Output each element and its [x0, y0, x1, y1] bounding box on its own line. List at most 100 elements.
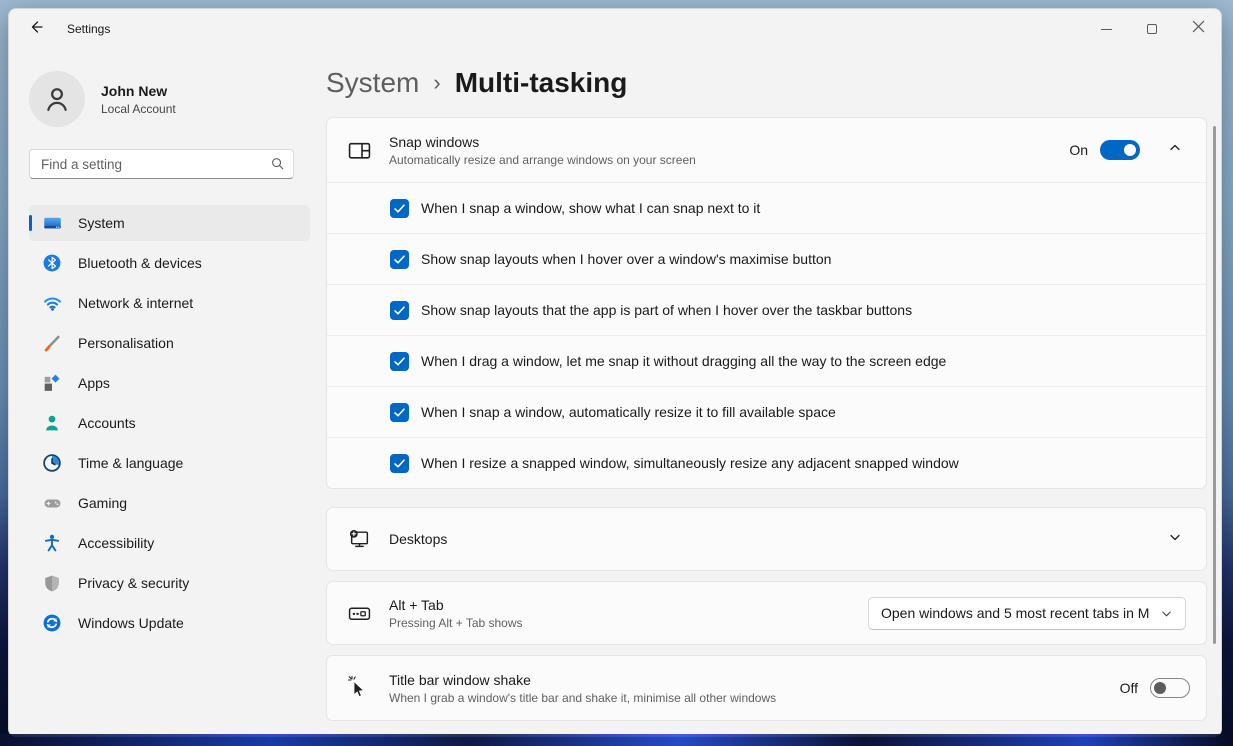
- snap-option-label: Show snap layouts when I hover over a wi…: [421, 251, 831, 267]
- checkbox-checked-icon[interactable]: [390, 352, 409, 371]
- sidebar-item-time-language[interactable]: Time & language: [29, 445, 310, 481]
- alt-tab-title: Alt + Tab: [389, 597, 868, 613]
- search-icon: [270, 156, 285, 176]
- back-button[interactable]: [15, 11, 57, 47]
- checkbox-checked-icon[interactable]: [390, 301, 409, 320]
- snap-option-label: When I snap a window, automatically resi…: [421, 404, 836, 420]
- snap-windows-state: On: [1069, 142, 1088, 158]
- system-icon: [42, 213, 62, 233]
- title-bar-shake-subtitle: When I grab a window's title bar and sha…: [389, 691, 1120, 705]
- desktops-icon: [347, 528, 371, 551]
- account-summary[interactable]: John New Local Account: [29, 71, 310, 127]
- sidebar-item-label: Apps: [78, 375, 110, 391]
- breadcrumb-system-link[interactable]: System: [326, 67, 419, 99]
- sidebar-item-privacy-security[interactable]: Privacy & security: [29, 565, 310, 601]
- chevron-down-icon: [1169, 530, 1181, 548]
- title-bar-shake-icon: [347, 674, 371, 702]
- snap-option-label: When I drag a window, let me snap it wit…: [421, 353, 946, 369]
- title-bar-shake-title: Title bar window shake: [389, 672, 1120, 688]
- checkbox-checked-icon[interactable]: [390, 403, 409, 422]
- snap-option-row[interactable]: When I drag a window, let me snap it wit…: [327, 335, 1206, 386]
- minimize-button[interactable]: [1083, 9, 1129, 49]
- chevron-down-icon: [1161, 608, 1172, 619]
- window-title: Settings: [67, 22, 110, 36]
- alt-tab-icon: [347, 602, 371, 625]
- title-bar-shake-toggle[interactable]: [1150, 678, 1190, 698]
- sidebar: John New Local Account System: [9, 49, 326, 737]
- sidebar-item-label: Personalisation: [78, 335, 174, 351]
- sidebar-item-personalisation[interactable]: Personalisation: [29, 325, 310, 361]
- alt-tab-dropdown[interactable]: Open windows and 5 most recent tabs in M: [868, 597, 1186, 630]
- settings-window: Settings John New Local Account: [8, 8, 1222, 737]
- accounts-icon: [42, 413, 62, 433]
- bluetooth-icon: [42, 253, 62, 273]
- search-input[interactable]: [29, 149, 294, 179]
- minimize-icon: [1101, 29, 1112, 30]
- sidebar-item-bluetooth-devices[interactable]: Bluetooth & devices: [29, 245, 310, 281]
- alt-tab-row: Alt + Tab Pressing Alt + Tab shows Open …: [327, 582, 1206, 644]
- sidebar-item-network-internet[interactable]: Network & internet: [29, 285, 310, 321]
- user-account-type: Local Account: [101, 102, 176, 116]
- sidebar-item-label: Time & language: [78, 455, 183, 471]
- sidebar-item-label: Accounts: [78, 415, 136, 431]
- personalisation-icon: [42, 333, 62, 353]
- desktops-title: Desktops: [389, 531, 1140, 547]
- snap-option-label: When I resize a snapped window, simultan…: [421, 455, 959, 471]
- time-language-icon: [42, 453, 62, 473]
- titlebar: Settings: [9, 9, 1221, 49]
- sidebar-item-gaming[interactable]: Gaming: [29, 485, 310, 521]
- close-button[interactable]: [1175, 9, 1221, 49]
- desktops-header[interactable]: Desktops: [327, 508, 1206, 570]
- sidebar-item-system[interactable]: System: [29, 205, 310, 241]
- apps-icon: [42, 373, 62, 393]
- sidebar-item-accounts[interactable]: Accounts: [29, 405, 310, 441]
- title-bar-shake-card: Title bar window shake When I grab a win…: [326, 655, 1207, 721]
- chevron-up-icon: [1169, 141, 1181, 159]
- breadcrumb: System › Multi-tasking: [326, 67, 1207, 99]
- maximize-icon: [1147, 24, 1157, 34]
- snap-windows-collapse-button[interactable]: [1160, 135, 1190, 165]
- sidebar-item-label: Accessibility: [78, 535, 154, 551]
- snap-option-row[interactable]: When I resize a snapped window, simultan…: [327, 437, 1206, 488]
- snap-windows-header[interactable]: Snap windows Automatically resize and ar…: [327, 118, 1206, 182]
- checkbox-checked-icon[interactable]: [390, 250, 409, 269]
- back-arrow-icon: [28, 19, 44, 40]
- sidebar-item-windows-update[interactable]: Windows Update: [29, 605, 310, 641]
- snap-option-row[interactable]: Show snap layouts that the app is part o…: [327, 284, 1206, 335]
- snap-windows-toggle[interactable]: [1100, 140, 1140, 160]
- checkbox-checked-icon[interactable]: [390, 454, 409, 473]
- alt-tab-card: Alt + Tab Pressing Alt + Tab shows Open …: [326, 581, 1207, 645]
- windows-update-icon: [42, 613, 62, 633]
- sidebar-item-apps[interactable]: Apps: [29, 365, 310, 401]
- vertical-scrollbar[interactable]: [1213, 126, 1216, 644]
- alt-tab-subtitle: Pressing Alt + Tab shows: [389, 616, 868, 630]
- search-box: [29, 149, 294, 179]
- snap-option-row[interactable]: When I snap a window, automatically resi…: [327, 386, 1206, 437]
- snap-windows-subtitle: Automatically resize and arrange windows…: [389, 153, 1069, 167]
- desktops-card: Desktops: [326, 507, 1207, 571]
- privacy-security-icon: [42, 573, 62, 593]
- sidebar-item-label: Network & internet: [78, 295, 193, 311]
- checkbox-checked-icon[interactable]: [390, 199, 409, 218]
- gaming-icon: [42, 493, 62, 513]
- snap-option-row[interactable]: Show snap layouts when I hover over a wi…: [327, 233, 1206, 284]
- snap-windows-title: Snap windows: [389, 134, 1069, 150]
- sidebar-item-label: Bluetooth & devices: [78, 255, 202, 271]
- user-name: John New: [101, 83, 176, 99]
- desktops-expand-button[interactable]: [1160, 524, 1190, 554]
- snap-option-label: When I snap a window, show what I can sn…: [421, 200, 760, 216]
- page-title: Multi-tasking: [455, 67, 628, 99]
- title-bar-shake-row: Title bar window shake When I grab a win…: [327, 656, 1206, 720]
- snap-windows-icon: [347, 139, 371, 162]
- alt-tab-dropdown-value: Open windows and 5 most recent tabs in M: [881, 605, 1149, 621]
- snap-option-label: Show snap layouts that the app is part o…: [421, 302, 912, 318]
- snap-option-row[interactable]: When I snap a window, show what I can sn…: [327, 182, 1206, 233]
- sidebar-item-accessibility[interactable]: Accessibility: [29, 525, 310, 561]
- maximize-button[interactable]: [1129, 9, 1175, 49]
- avatar: [29, 71, 85, 127]
- network-icon: [42, 293, 62, 313]
- snap-windows-card: Snap windows Automatically resize and ar…: [326, 117, 1207, 489]
- sidebar-item-label: Gaming: [78, 495, 127, 511]
- sidebar-item-label: System: [78, 215, 125, 231]
- title-bar-shake-state: Off: [1120, 680, 1138, 696]
